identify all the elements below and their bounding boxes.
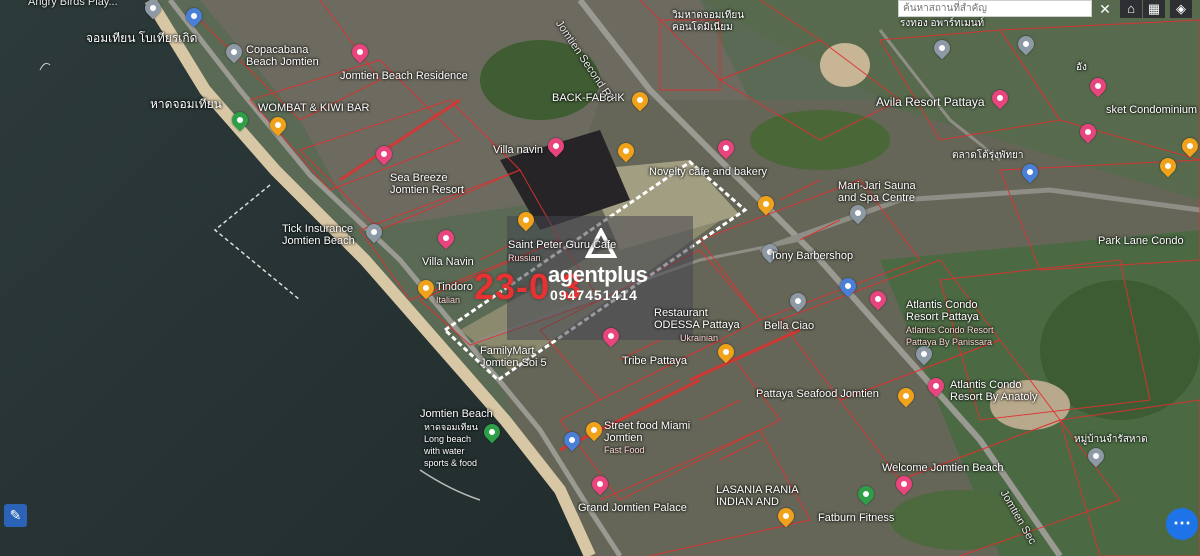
layers-icon[interactable]: ◈	[1170, 0, 1192, 18]
place-label[interactable]: Sea Breeze Jomtien Resort	[390, 172, 464, 196]
place-label[interactable]: Bella Ciao	[764, 320, 814, 332]
place-label[interactable]: Copacabana Beach Jomtien	[246, 44, 319, 68]
place-label[interactable]: Atlantis Condo Resort Pattaya	[906, 299, 979, 323]
place-label[interactable]: Novelty cafe and bakery	[649, 166, 767, 178]
place-label[interactable]: Mari-Jari Sauna and Spa Centre	[838, 180, 916, 204]
place-label[interactable]: Welcome Jomtien Beach	[882, 462, 1003, 474]
place-sublabel: Fast Food	[604, 445, 645, 455]
place-label[interactable]: WOMBAT & KIWI BAR	[258, 102, 369, 114]
home-icon[interactable]: ⌂	[1120, 0, 1142, 18]
place-sublabel: Ukrainian	[680, 333, 719, 343]
tools-button[interactable]: ✎	[4, 504, 27, 527]
place-label[interactable]: Grand Jomtien Palace	[578, 502, 687, 514]
place-label[interactable]: Atlantis Condo Resort By Anatoly	[950, 379, 1037, 403]
place-label[interactable]: Avila Resort Pattaya	[876, 96, 985, 108]
more-options-button[interactable]: ⋯	[1166, 508, 1198, 540]
place-label[interactable]: Pattaya Seafood Jomtien	[756, 388, 879, 400]
place-label[interactable]: Villa navin	[493, 144, 543, 156]
place-label[interactable]: รงทอง อพาร์ทเมนท์	[900, 18, 984, 30]
grid-icon[interactable]: ▦	[1143, 0, 1165, 18]
place-label[interactable]: Park Lane Condo	[1098, 235, 1184, 247]
place-label[interactable]: ตลาดโต้รุ่งพัทยา	[952, 150, 1024, 162]
place-label[interactable]: Tick Insurance Jomtien Beach	[282, 223, 355, 247]
place-label[interactable]: Villa Navin	[422, 256, 474, 268]
place-label[interactable]: Street food Miami Jomtien	[604, 420, 690, 444]
place-label[interactable]: Saint Peter Guru Cafe	[508, 239, 616, 251]
search-input[interactable]	[898, 0, 1092, 17]
close-icon[interactable]: ✕	[1094, 0, 1116, 18]
place-label[interactable]: Angry Birds Play...	[28, 0, 118, 8]
place-label[interactable]: LASANIA RANIA INDIAN AND	[716, 484, 799, 508]
place-label[interactable]: อัง	[1076, 62, 1087, 74]
place-label[interactable]: หมู่บ้านจำรัสหาด	[1074, 434, 1148, 446]
place-label[interactable]: sket Condominium	[1106, 104, 1197, 116]
place-sublabel: Russian	[508, 253, 541, 263]
place-label[interactable]: หาดจอมเทียน	[150, 98, 222, 110]
place-label[interactable]: FamilyMart Jomtien Soi 5	[480, 345, 547, 369]
place-label[interactable]: Fatburn Fitness	[818, 512, 894, 524]
place-sublabel: Italian	[436, 295, 461, 305]
place-sublabel: Atlantis Condo Resort Pattaya By Panissa…	[906, 325, 994, 347]
phone-number: 0947451414	[550, 287, 638, 303]
place-label[interactable]: Jomtien Beach	[420, 408, 493, 420]
map-view[interactable]: 23-0 3 agentplus 0947451414 Angry Birds …	[0, 0, 1200, 556]
place-label[interactable]: Tony Barbershop	[770, 250, 853, 262]
brand-name: agentplus	[548, 262, 648, 287]
place-sublabel: หาดจอมเทียน Long beach with water sports…	[424, 422, 478, 468]
place-label[interactable]: Tindoro	[436, 281, 473, 293]
place-label[interactable]: Tribe Pattaya	[622, 355, 687, 367]
place-label[interactable]: Restaurant ODESSA Pattaya	[654, 307, 740, 331]
place-label[interactable]: วิมหาดจอมเทียน คอนโดมิเนียม	[672, 10, 744, 34]
place-label[interactable]: Jomtien Beach Residence	[340, 70, 468, 82]
place-label[interactable]: จอมเทียน โบเทียรเกิด	[86, 32, 197, 44]
